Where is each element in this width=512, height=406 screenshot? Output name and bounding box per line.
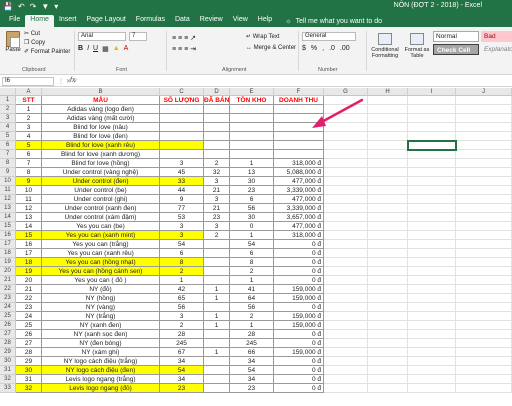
alignment-group-label: Alignment [222, 67, 247, 73]
conditional-formatting-icon [378, 33, 392, 45]
align-middle-icon[interactable]: ≡ [178, 35, 182, 42]
worksheet-grid[interactable]: A B C D E F G H I J 1 STT MẪU SỐ LƯỢNG ĐÃ BÁN TỒN KHO DO… [0, 88, 512, 406]
wrap-text-label: Wrap Text [252, 34, 280, 40]
font-group-label: Font [116, 67, 128, 73]
tab-insert[interactable]: Insert [54, 15, 82, 27]
font-color-icon[interactable]: A [124, 45, 129, 53]
merge-icon: ↔ [246, 45, 252, 51]
lightbulb-icon: ☼ [285, 18, 292, 25]
cut-button[interactable]: ✂ Cut [24, 30, 70, 39]
font-size-box[interactable]: 7 [129, 32, 147, 41]
tell-me-text: Tell me what you want to do [295, 18, 382, 25]
title-bar: 💾 ↶ ↷ ▼ ▾ NÔN (ĐỢT 2 - 2018) - Excel [0, 0, 512, 14]
align-right-icon[interactable]: ≡ [184, 46, 188, 53]
decrease-decimal-icon[interactable]: .00 [340, 45, 350, 52]
copy-label: Copy [31, 40, 46, 46]
percent-button[interactable]: % [311, 45, 317, 52]
number-format-box[interactable]: General [302, 32, 356, 41]
number-buttons: $ % , .0 .00 [302, 45, 350, 52]
font-name-box[interactable]: Arial [78, 32, 126, 41]
copy-icon: ❐ [24, 40, 30, 46]
divider [366, 31, 367, 71]
currency-icon[interactable]: $ [302, 45, 306, 52]
formula-bar: I6 ⋮✕✓ fx [0, 76, 512, 87]
tab-page-layout[interactable]: Page Layout [81, 15, 130, 27]
tab-file[interactable]: File [4, 15, 25, 27]
tab-view[interactable]: View [228, 15, 253, 27]
fill-color-icon[interactable]: ▲ [113, 45, 120, 53]
ribbon-tabs: File Home Insert Page Layout Formulas Da… [0, 14, 512, 27]
tab-home[interactable]: Home [25, 15, 54, 27]
divider [166, 31, 167, 71]
clipboard-icon [6, 31, 20, 48]
align-bottom-icon[interactable]: ≡ [184, 35, 188, 42]
bold-button[interactable]: B [78, 45, 83, 53]
clipboard-group-label: Clipboard [22, 67, 46, 73]
tab-data[interactable]: Data [170, 15, 195, 27]
style-explanatory[interactable]: Explanatory [481, 44, 512, 55]
style-bad[interactable]: Bad [481, 31, 512, 42]
increase-decimal-icon[interactable]: .0 [329, 45, 335, 52]
brush-icon: ✐ [24, 49, 30, 55]
alignment-buttons: ≡ ≡ ≡ ↗ ≡ ≡ ≡ ⇥ [172, 33, 196, 55]
clipboard-commands: ✂ Cut ❐ Copy ✐ Format Painter [24, 30, 70, 57]
wrap-text-button[interactable]: ↵ Wrap Text [246, 32, 296, 43]
divider [298, 31, 299, 71]
arrow-shaft [316, 98, 364, 126]
style-normal[interactable]: Normal [433, 31, 479, 42]
tab-review[interactable]: Review [195, 15, 228, 27]
cut-label: Cut [30, 31, 41, 37]
align-center-icon[interactable]: ≡ [178, 46, 182, 53]
underline-button[interactable]: U [93, 45, 98, 53]
arrow-head [312, 116, 326, 128]
style-check-cell[interactable]: Check Cell [433, 44, 479, 55]
insert-function-button[interactable]: fx [70, 77, 75, 84]
comma-button[interactable]: , [322, 45, 324, 52]
paste-button[interactable]: Paste [4, 31, 22, 53]
format-painter-button[interactable]: ✐ Format Painter [24, 48, 70, 57]
indent-icon[interactable]: ⇥ [190, 46, 196, 53]
format-as-table-button[interactable]: Format as Table [404, 33, 430, 59]
font-format-buttons: B I U ▦ ▲ A [78, 45, 128, 53]
copy-button[interactable]: ❐ Copy [24, 39, 70, 48]
format-painter-label: Format Painter [30, 49, 71, 55]
tell-me-box[interactable]: ☼ Tell me what you want to do [285, 18, 382, 27]
merge-center-button[interactable]: ↔ Merge & Center [246, 43, 296, 54]
tab-help[interactable]: Help [253, 15, 277, 27]
borders-icon[interactable]: ▦ [102, 45, 109, 53]
conditional-formatting-button[interactable]: Conditional Formatting [370, 33, 400, 59]
divider [74, 31, 75, 71]
wrap-icon: ↵ [246, 34, 252, 40]
tab-formulas[interactable]: Formulas [131, 15, 170, 27]
window-title: NÔN (ĐỢT 2 - 2018) - Excel [393, 2, 482, 9]
orientation-icon[interactable]: ↗ [190, 35, 196, 42]
ribbon-home: Paste ✂ Cut ❐ Copy ✐ Format Painter Clip… [0, 27, 512, 75]
wrap-merge-commands: ↵ Wrap Text ↔ Merge & Center [246, 32, 296, 54]
scissors-icon: ✂ [24, 31, 30, 37]
conditional-formatting-label: Conditional Formatting [371, 47, 399, 59]
format-as-table-label: Format as Table [404, 47, 430, 59]
name-box[interactable]: I6 [2, 77, 54, 86]
number-group-label: Number [318, 67, 338, 73]
italic-button[interactable]: I [87, 45, 89, 53]
align-top-icon[interactable]: ≡ [172, 35, 176, 42]
format-table-icon [410, 33, 424, 45]
merge-center-label: Merge & Center [253, 45, 297, 51]
align-left-icon[interactable]: ≡ [172, 46, 176, 53]
annotation-arrow [312, 98, 364, 128]
